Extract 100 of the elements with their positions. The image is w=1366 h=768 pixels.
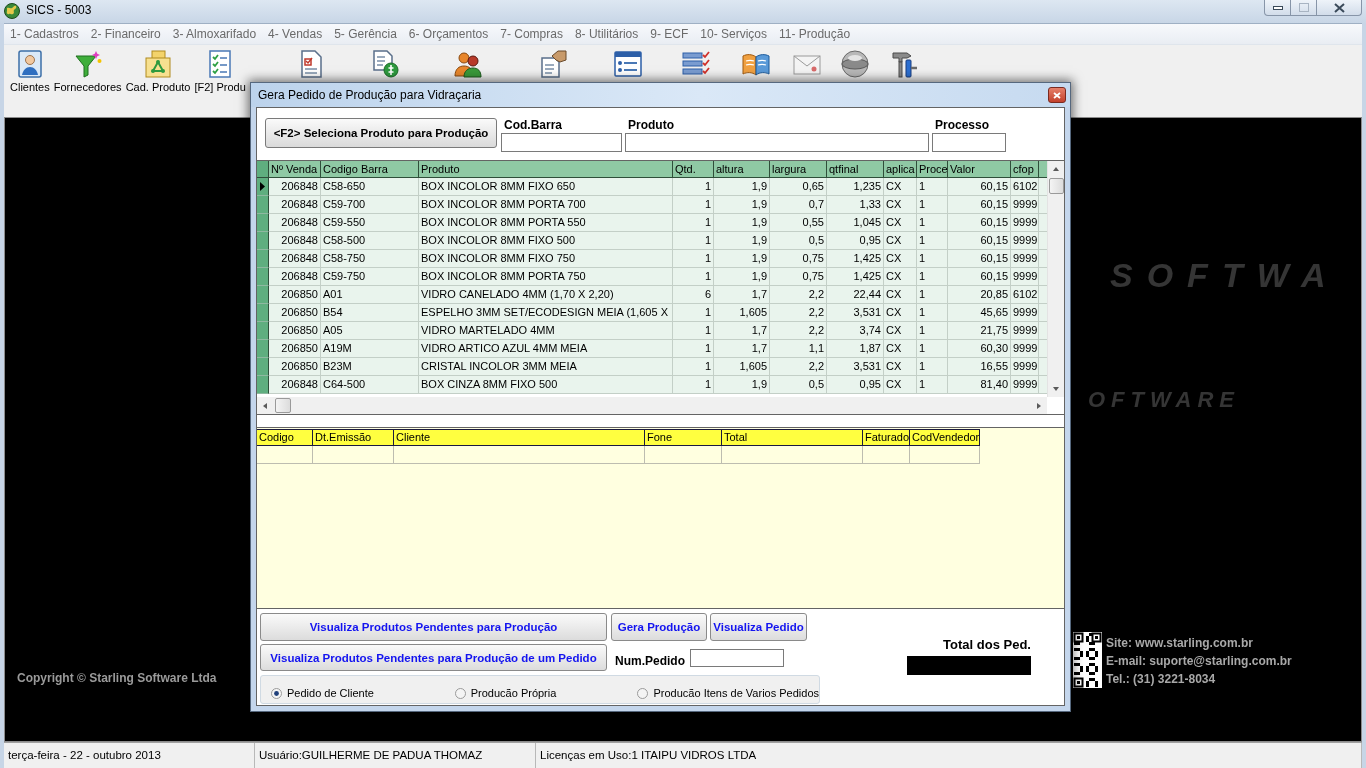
globe-icon [4, 3, 20, 19]
table-cell: 9999 [1011, 358, 1039, 376]
row-selector[interactable] [257, 358, 269, 376]
scroll-down-arrow-icon[interactable] [1052, 386, 1060, 392]
action-button[interactable]: Gera Produção [611, 613, 707, 641]
column-header[interactable] [1039, 161, 1047, 178]
row-selector[interactable] [257, 196, 269, 214]
scroll-right-arrow-icon[interactable] [1036, 401, 1042, 410]
table-cell: 2,2 [770, 322, 827, 340]
row-selector[interactable] [257, 286, 269, 304]
toolbar-button[interactable]: [F2] Produ [193, 50, 247, 94]
table-cell: 1,9 [714, 196, 770, 214]
close-button[interactable] [1048, 87, 1066, 103]
table-cell: C58-500 [321, 232, 419, 250]
table-cell: 206848 [269, 250, 321, 268]
table-cell: 1 [673, 250, 714, 268]
table-cell: 60,15 [948, 196, 1011, 214]
table-cell: 1,9 [714, 214, 770, 232]
table-cell: 1 [917, 232, 948, 250]
table-cell: CX [884, 250, 917, 268]
radio-option[interactable]: Pedido de Cliente [271, 686, 455, 700]
menu-item[interactable]: 8- Utilitários [568, 24, 645, 44]
close-icon [1333, 2, 1345, 13]
sphere-icon [840, 50, 869, 78]
action-button[interactable]: Visualiza Produtos Pendentes para Produção [260, 613, 607, 641]
radio-option[interactable]: Producão Itens de Varios Pedidos [637, 686, 819, 700]
menu-item[interactable]: 5- Gerência [328, 24, 403, 44]
table-cell: 9999 [1011, 322, 1039, 340]
table-cell: 6 [673, 286, 714, 304]
table-cell: BOX INCOLOR 8MM PORTA 550 [419, 214, 673, 232]
column-header[interactable]: qtfinal [827, 161, 884, 178]
column-header[interactable]: cfop [1011, 161, 1039, 178]
table-cell [910, 446, 980, 464]
filter-field[interactable] [501, 133, 622, 152]
column-header[interactable]: Total [722, 429, 863, 446]
column-header[interactable]: altura [714, 161, 770, 178]
filter-field[interactable] [932, 133, 1006, 152]
scroll-left-arrow-icon[interactable] [262, 401, 268, 410]
table-cell: 206848 [269, 178, 321, 196]
column-header[interactable]: Valor [948, 161, 1011, 178]
filter-field[interactable] [625, 133, 929, 152]
column-header[interactable]: Codigo Barra [321, 161, 419, 178]
row-selector[interactable] [257, 322, 269, 340]
vertical-scrollbar[interactable] [1047, 161, 1064, 397]
menu-item[interactable]: 6- Orçamentos [402, 24, 495, 44]
scrollbar-thumb[interactable] [275, 398, 291, 413]
column-header[interactable]: Dt.Emissão [313, 429, 394, 446]
table-cell: 1 [917, 214, 948, 232]
column-header[interactable]: Proce [917, 161, 948, 178]
menu-item[interactable]: 7- Compras [494, 24, 569, 44]
order-number-field[interactable] [690, 649, 784, 667]
table-cell: 1 [917, 250, 948, 268]
menu-item[interactable]: 4- Vendas [262, 24, 329, 44]
column-header[interactable]: Produto [419, 161, 673, 178]
contact-text: E-mail: suporte@starling.com.br [1106, 653, 1292, 670]
row-selector[interactable] [257, 178, 269, 196]
qr-code-icon [1073, 632, 1102, 688]
table-cell: 60,15 [948, 214, 1011, 232]
radio-option[interactable]: Producão Própria [454, 686, 638, 700]
toolbar-button[interactable]: Fornecedores [52, 50, 123, 94]
contact-text: Tel.: (31) 3221-8034 [1106, 671, 1217, 688]
scroll-up-arrow-icon[interactable] [1052, 166, 1060, 172]
action-button[interactable]: Visualiza Pedido [710, 613, 807, 641]
scrollbar-thumb[interactable] [1049, 178, 1064, 194]
column-header[interactable]: Cliente [394, 429, 645, 446]
menu-item[interactable]: 1- Cadastros [4, 24, 85, 44]
row-selector[interactable] [257, 232, 269, 250]
menu-item[interactable]: 10- Serviços [694, 24, 773, 44]
close-button[interactable] [1317, 0, 1362, 16]
column-header[interactable]: CodVendedor [910, 429, 980, 446]
select-product-button[interactable]: <F2> Seleciona Produto para Produção [265, 118, 497, 148]
row-selector[interactable] [257, 214, 269, 232]
column-header[interactable]: aplica [884, 161, 917, 178]
menu-item[interactable]: 11- Produção [773, 24, 857, 44]
table-cell: 60,30 [948, 340, 1011, 358]
column-header[interactable]: Codigo [257, 429, 313, 446]
header-corner [257, 161, 269, 178]
horizontal-scrollbar[interactable] [257, 397, 1047, 414]
menu-item[interactable]: 2- Financeiro [84, 24, 167, 44]
row-selector[interactable] [257, 340, 269, 358]
row-selector[interactable] [257, 268, 269, 286]
column-header[interactable]: Nº Venda [269, 161, 321, 178]
column-header[interactable]: Qtd. [673, 161, 714, 178]
table-cell: C59-700 [321, 196, 419, 214]
table-cell: CRISTAL INCOLOR 3MM MEIA [419, 358, 673, 376]
column-header[interactable]: largura [770, 161, 827, 178]
table-cell: 206848 [269, 214, 321, 232]
action-button[interactable]: Visualiza Produtos Pendentes para Produção de um Pedido [260, 644, 607, 671]
toolbar-button[interactable]: Clientes [9, 50, 51, 94]
column-header[interactable]: Faturado [863, 429, 910, 446]
row-selector[interactable] [257, 250, 269, 268]
table-cell: 22,44 [827, 286, 884, 304]
table-cell: 9999 [1011, 196, 1039, 214]
column-header[interactable]: Fone [645, 429, 722, 446]
toolbar-button[interactable]: Cad. Produto [124, 50, 192, 94]
menu-item[interactable]: 9- ECF [644, 24, 695, 44]
minimize-button[interactable] [1264, 0, 1291, 16]
row-selector[interactable] [257, 376, 269, 394]
row-selector[interactable] [257, 304, 269, 322]
menu-item[interactable]: 3- Almoxarifado [166, 24, 263, 44]
